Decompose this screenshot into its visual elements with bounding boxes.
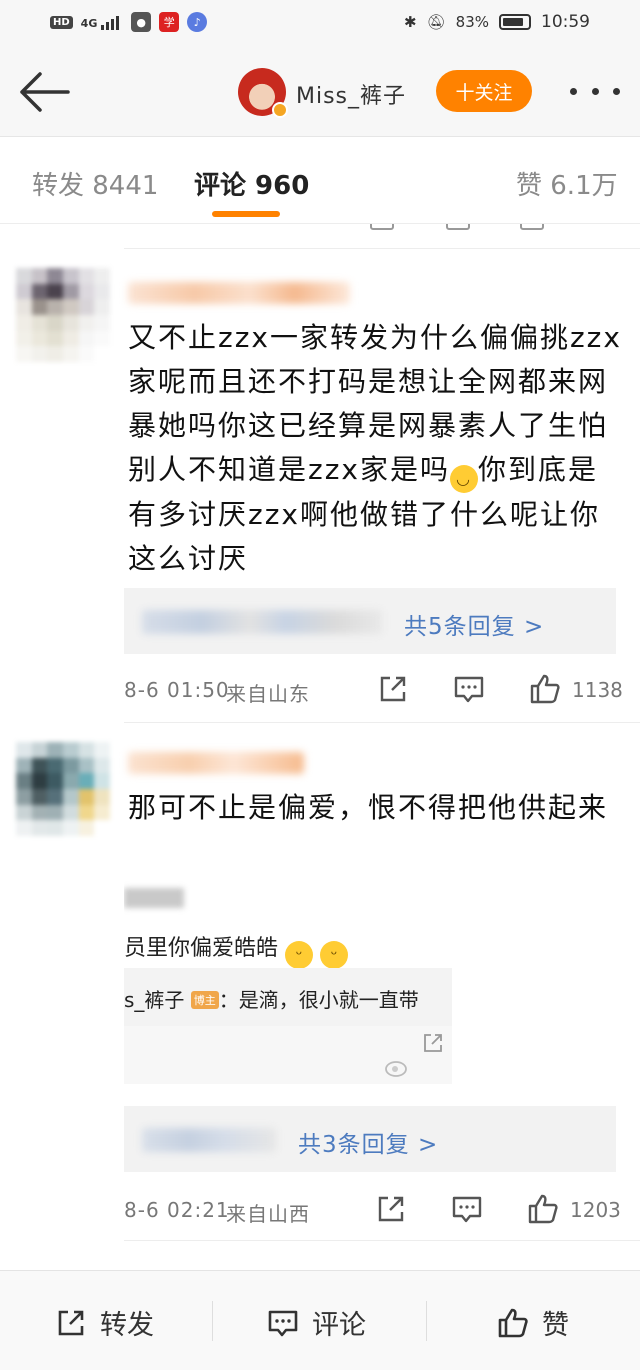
comment-meta: 8-6 01:50 来自山东 1138 bbox=[124, 670, 624, 710]
battery-icon bbox=[499, 14, 531, 30]
reply-preview-box[interactable]: 共5条回复 > bbox=[124, 588, 616, 654]
mute-bell-icon: 🔕︎ bbox=[426, 13, 446, 31]
app-red-icon: 学 bbox=[159, 12, 180, 32]
like-icon bbox=[498, 1308, 528, 1337]
tongue-emoji-icon: ᵕ bbox=[285, 941, 314, 969]
clock: 10:59 bbox=[541, 12, 590, 32]
previous-comment-actions bbox=[360, 224, 620, 232]
comment-location: 来自山东 bbox=[226, 682, 310, 706]
reply-preview-box[interactable]: 共3条回复 > bbox=[124, 1106, 616, 1172]
status-bar: HD 4G ● 学 ♪ ✱ 🔕︎ 83% 10:59 bbox=[0, 0, 640, 48]
commenter-avatar[interactable] bbox=[16, 268, 110, 362]
back-arrow-icon bbox=[20, 72, 70, 112]
share-icon bbox=[424, 1034, 442, 1052]
signal-icon: 4G bbox=[81, 14, 124, 30]
verified-badge-icon bbox=[272, 102, 288, 118]
reply-preview-blurred bbox=[142, 1128, 276, 1152]
tab-reposts[interactable]: 转发 8441 bbox=[32, 165, 158, 202]
tongue-emoji-icon: ᵕ bbox=[320, 941, 349, 969]
follow-button[interactable]: 十关注 bbox=[436, 70, 532, 112]
image-bottom-strip bbox=[124, 1026, 452, 1084]
top-header: Miss_裤子 十关注 bbox=[0, 48, 640, 136]
repost-icon bbox=[58, 1310, 84, 1335]
view-replies-link[interactable]: 共5条回复 > bbox=[404, 607, 544, 641]
like-count: 1138 bbox=[572, 678, 623, 702]
comment-text: 又不止zzx一家转发为什么偏偏挑zzx家呢而且还不打码是想让全网都来网暴她吗你这… bbox=[128, 321, 622, 575]
like-count: 1203 bbox=[570, 1198, 621, 1222]
view-replies-link[interactable]: 共3条回复 > bbox=[298, 1125, 438, 1159]
comment-time: 8-6 02:21 bbox=[124, 1198, 230, 1222]
reply-preview-blurred bbox=[142, 610, 382, 634]
divider bbox=[124, 1240, 640, 1241]
comment-meta: 8-6 02:21 来自山西 1203 bbox=[124, 1190, 624, 1230]
share-icon[interactable] bbox=[376, 672, 410, 706]
weibo-watermark-icon bbox=[385, 1061, 407, 1077]
like-icon[interactable] bbox=[528, 672, 562, 706]
image-text-line: 员里你偏爱皓皓 ᵕ ᵕ bbox=[124, 930, 349, 969]
bluetooth-icon: ✱ bbox=[404, 13, 417, 31]
commenter-name[interactable] bbox=[128, 752, 304, 774]
wechat-icon: ● bbox=[131, 12, 152, 32]
like-icon[interactable] bbox=[526, 1192, 560, 1226]
smile-emoji-icon: ◡ bbox=[449, 465, 478, 493]
image-quoted-reply: s_裤子 博主 ：是滴，很小就一直带 bbox=[124, 968, 452, 1026]
separator bbox=[212, 1301, 213, 1341]
host-badge: 博主 bbox=[190, 991, 219, 1009]
divider bbox=[124, 722, 640, 723]
separator bbox=[426, 1301, 427, 1341]
share-icon[interactable] bbox=[374, 1192, 408, 1226]
comment-time: 8-6 01:50 bbox=[124, 678, 230, 702]
battery-percent: 83% bbox=[455, 13, 489, 31]
tab-comments[interactable]: 评论 960 bbox=[194, 165, 309, 202]
like-button[interactable]: 赞 bbox=[496, 1303, 569, 1342]
comment-image[interactable]: 员里你偏爱皓皓 ᵕ ᵕ s_裤子 博主 ：是滴，很小就一直带 bbox=[124, 880, 452, 1084]
bottom-action-bar: 转发 评论 赞 bbox=[0, 1270, 640, 1370]
back-button[interactable] bbox=[18, 70, 70, 114]
commenter-avatar[interactable] bbox=[16, 742, 110, 836]
repost-button[interactable]: 转发 bbox=[54, 1303, 154, 1342]
comment-location: 来自山西 bbox=[226, 1202, 310, 1226]
more-options-icon[interactable] bbox=[570, 76, 620, 106]
tab-likes[interactable]: 赞 6.1万 bbox=[516, 165, 618, 202]
blogger-name[interactable]: Miss_裤子 bbox=[296, 78, 406, 110]
divider bbox=[124, 248, 640, 249]
music-icon: ♪ bbox=[187, 12, 208, 32]
comment-text: 那可不止是偏爱，恨不得把他供起来 bbox=[128, 791, 609, 824]
image-blurred-header bbox=[124, 888, 184, 908]
comment-icon[interactable] bbox=[452, 672, 486, 706]
commenter-name[interactable] bbox=[128, 282, 350, 304]
tab-bar: 转发 8441 评论 960 赞 6.1万 bbox=[0, 136, 640, 224]
comment-button[interactable]: 评论 bbox=[266, 1303, 366, 1342]
comment-icon[interactable] bbox=[450, 1192, 484, 1226]
comment-icon bbox=[268, 1310, 298, 1336]
blogger-avatar[interactable] bbox=[238, 68, 288, 118]
hd-badge: HD bbox=[50, 15, 73, 29]
active-tab-indicator bbox=[212, 211, 280, 217]
